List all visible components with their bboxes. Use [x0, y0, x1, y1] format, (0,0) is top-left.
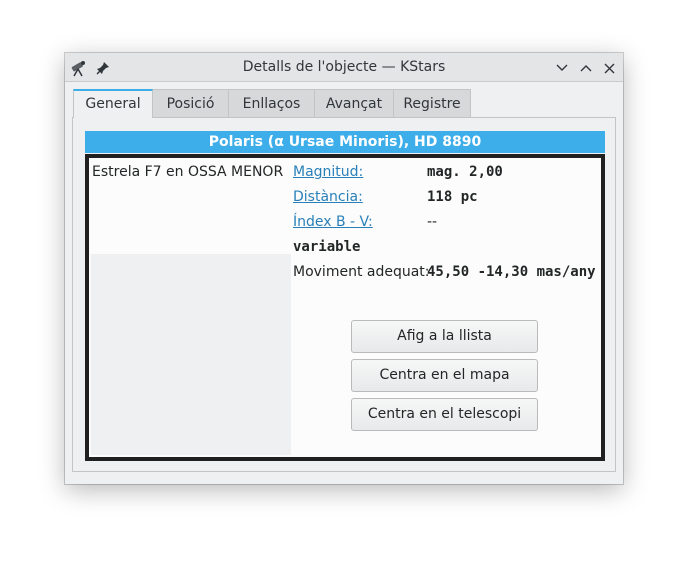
magnitude-link[interactable]: Magnitud:: [293, 160, 363, 184]
tab-enllacos[interactable]: Enllaços: [228, 89, 315, 118]
close-button[interactable]: [599, 58, 619, 78]
tab-avancat[interactable]: Avançat: [314, 89, 394, 118]
distance-link[interactable]: Distància:: [293, 185, 363, 209]
pin-icon[interactable]: [93, 58, 113, 78]
proper-motion-value: 45,50 -14,30 mas/any: [427, 264, 596, 280]
object-details-window: Detalls de l'objecte — KStars General Po…: [65, 53, 623, 484]
center-in-map-button[interactable]: Centra en el mapa: [351, 359, 538, 392]
maximize-button[interactable]: [576, 58, 596, 78]
close-icon: [604, 63, 614, 73]
tab-general[interactable]: General: [73, 89, 153, 118]
general-tab-panel: Polaris (α Ursae Minoris), HD 8890 Estre…: [72, 117, 616, 472]
add-to-observing-list-button[interactable]: Afig a la llista d'observació: [351, 320, 538, 375]
dropdown-button[interactable]: [552, 58, 572, 78]
object-image-area: [91, 254, 291, 455]
object-name-header: Polaris (α Ursae Minoris), HD 8890: [85, 131, 605, 153]
tab-bar: General Posició Enllaços Avançat Registr…: [73, 89, 471, 118]
bv-index-link[interactable]: Índex B - V:: [293, 210, 373, 234]
window-title: Detalls de l'objecte — KStars: [242, 59, 446, 75]
titlebar[interactable]: Detalls de l'objecte — KStars: [65, 53, 623, 82]
telescope-icon[interactable]: [69, 58, 89, 78]
chevron-up-icon: [580, 65, 592, 72]
bv-index-label[interactable]: Índex B - V:: [293, 214, 373, 230]
magnitude-label[interactable]: Magnitud:: [293, 164, 363, 180]
proper-motion-label: Moviment adequat:: [293, 264, 430, 280]
magnitude-value: mag. 2,00: [427, 164, 503, 180]
tab-registre[interactable]: Registre: [393, 89, 471, 118]
distance-label[interactable]: Distància:: [293, 189, 363, 205]
object-info-frame: Estrela F7 en OSSA MENOR Magnitud: mag. …: [85, 154, 605, 461]
chevron-down-icon: [556, 64, 568, 71]
object-summary-column: Estrela F7 en OSSA MENOR: [91, 160, 291, 455]
object-type-description: Estrela F7 en OSSA MENOR: [91, 160, 291, 254]
tab-posicio[interactable]: Posició: [152, 89, 229, 118]
bv-index-value: --: [427, 214, 438, 230]
distance-value: 118 pc: [427, 189, 478, 205]
variability-text: variable: [293, 239, 361, 255]
center-in-telescope-button[interactable]: Centra en el telescopi: [351, 398, 538, 431]
